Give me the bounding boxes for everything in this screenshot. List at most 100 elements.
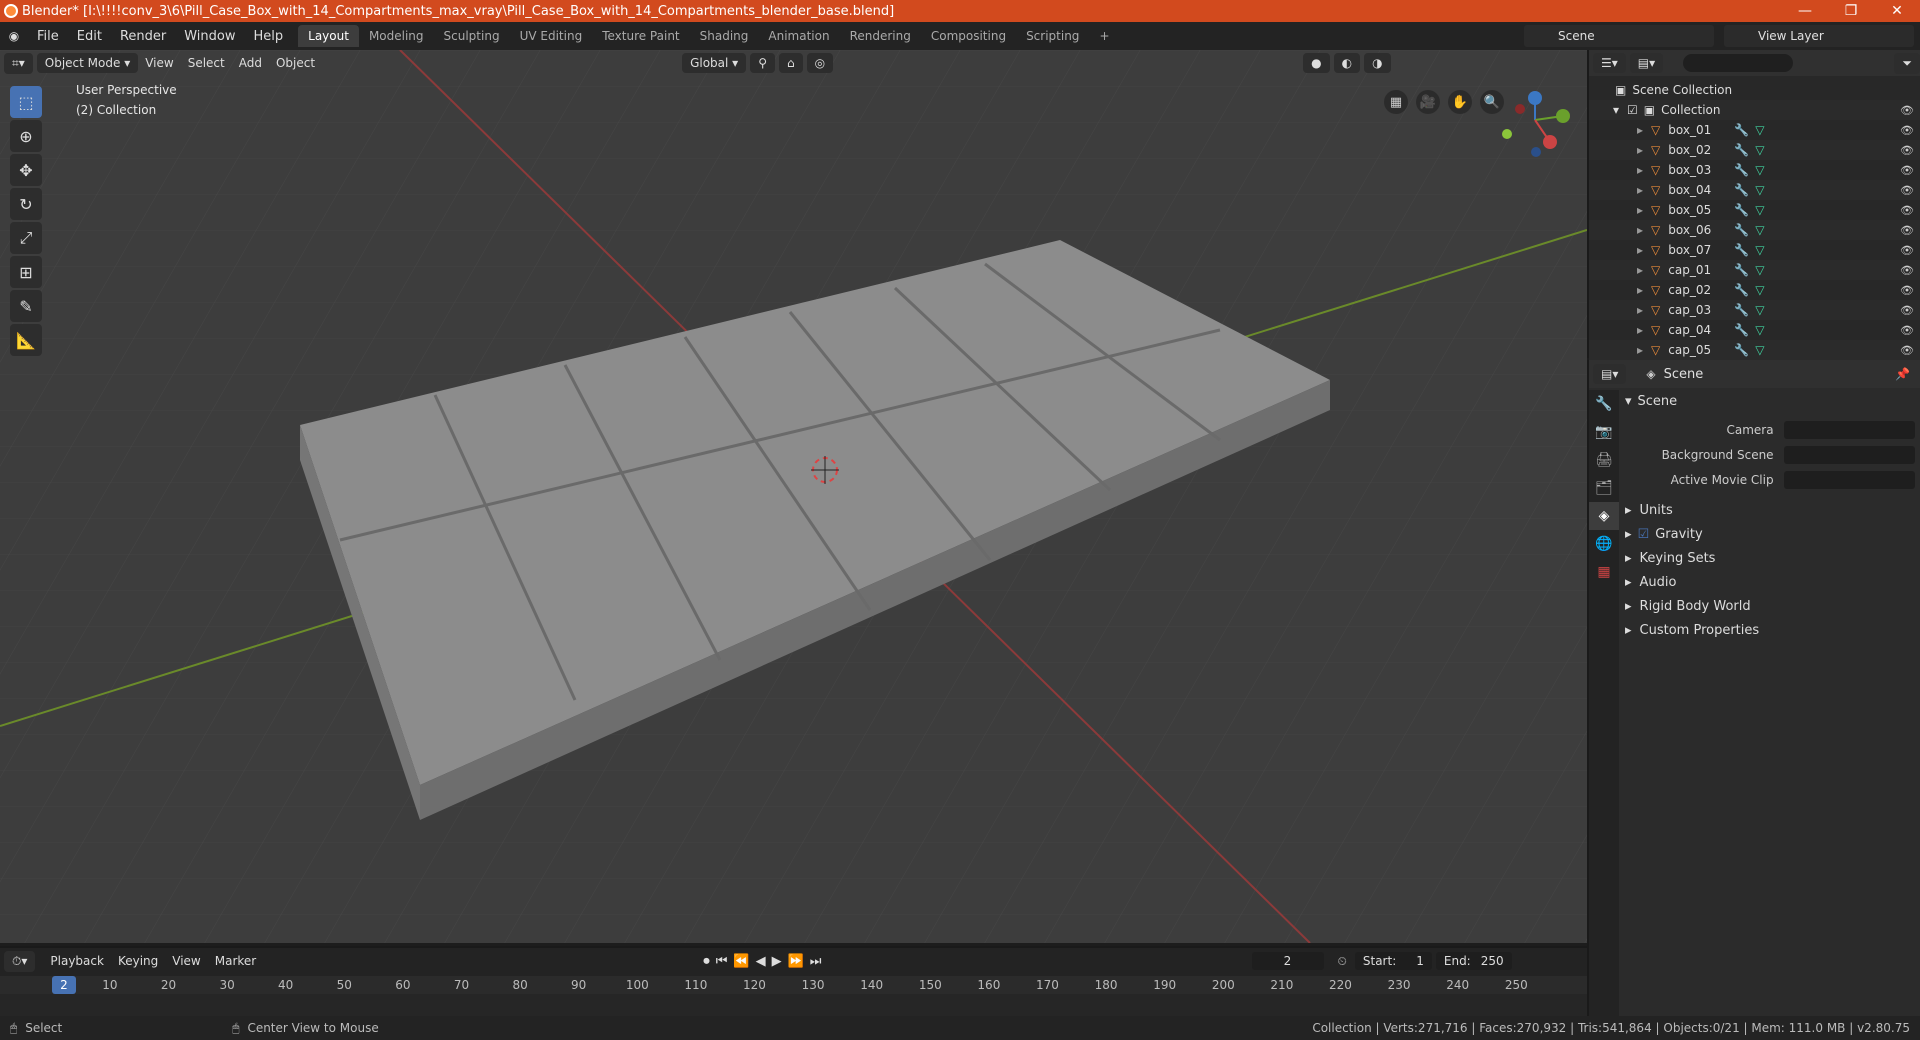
outliner-item[interactable]: ▸ ▽ cap_04 🔧 ▽ 👁 <box>1589 320 1920 340</box>
prev-keyframe-icon[interactable]: ⏪ <box>733 954 749 969</box>
outliner-item[interactable]: ▸ ▽ box_07 🔧 ▽ 👁 <box>1589 240 1920 260</box>
rigid-body-world-panel-header[interactable]: ▸ Rigid Body World <box>1625 599 1751 614</box>
collection-row[interactable]: ▾ ☑ ▣ Collection 👁 <box>1589 100 1920 120</box>
timeline-track-area[interactable] <box>0 994 1587 1016</box>
playhead-marker[interactable]: 2 <box>52 976 76 994</box>
timeline-menu-view[interactable]: View <box>165 954 207 968</box>
tool-tab-icon[interactable]: 🔧 <box>1589 390 1619 418</box>
minimize-button[interactable]: — <box>1782 0 1828 22</box>
object-mode-dropdown[interactable]: Object Mode ▾ <box>36 53 139 73</box>
expand-arrow-icon[interactable]: ▸ <box>1637 123 1643 137</box>
scene-collection-row[interactable]: ▣ Scene Collection <box>1589 80 1920 100</box>
proportional-edit-icon[interactable]: ◎ <box>806 53 834 73</box>
visibility-eye-icon[interactable]: 👁 <box>1900 164 1914 177</box>
units-panel-header[interactable]: ▸ Units <box>1625 503 1673 518</box>
grid-view-icon[interactable]: ▦ <box>1384 90 1408 114</box>
jump-start-icon[interactable]: ⏮ <box>716 954 728 969</box>
visibility-eye-icon[interactable]: 👁 <box>1900 244 1914 257</box>
viewport-menu-select[interactable]: Select <box>181 56 232 70</box>
tab-uv-editing[interactable]: UV Editing <box>510 25 593 47</box>
tab-modeling[interactable]: Modeling <box>359 25 434 47</box>
gizmo-y-icon[interactable] <box>1556 109 1570 123</box>
timeline-editor-type-icon[interactable]: ⏱▾ <box>4 950 36 972</box>
visibility-eye-icon[interactable]: 👁 <box>1900 324 1914 337</box>
next-keyframe-icon[interactable]: ⏩ <box>788 954 804 969</box>
camera-field[interactable] <box>1783 421 1915 439</box>
start-frame-field[interactable]: Start: 1 <box>1354 952 1432 970</box>
background-scene-field[interactable] <box>1783 446 1915 464</box>
transform-tool-icon[interactable]: ⊞ <box>10 256 42 288</box>
gravity-checkbox[interactable]: ☑ <box>1638 527 1650 542</box>
view-layer-selector[interactable]: View Layer <box>1724 25 1914 47</box>
current-frame-field[interactable]: 2 <box>1251 952 1324 970</box>
tab-compositing[interactable]: Compositing <box>921 25 1016 47</box>
add-workspace-icon[interactable]: + <box>1089 25 1119 47</box>
visibility-eye-icon[interactable]: 👁 <box>1900 264 1914 277</box>
visibility-eye-icon[interactable]: 👁 <box>1900 124 1914 137</box>
outliner-item[interactable]: ▸ ▽ box_02 🔧 ▽ 👁 <box>1589 140 1920 160</box>
properties-editor-type-icon[interactable]: ▤▾ <box>1593 364 1627 384</box>
expand-arrow-icon[interactable]: ▸ <box>1637 223 1643 237</box>
tab-layout[interactable]: Layout <box>298 25 359 47</box>
gravity-panel-header[interactable]: ▸ ☑ Gravity <box>1625 527 1703 542</box>
zoom-icon[interactable]: 🔍 <box>1480 90 1504 114</box>
expand-arrow-icon[interactable]: ▸ <box>1637 303 1643 317</box>
jump-end-icon[interactable]: ⏭ <box>810 954 822 969</box>
select-box-icon[interactable]: ⬚ <box>10 86 42 118</box>
visibility-eye-icon[interactable]: 👁 <box>1900 284 1914 297</box>
active-movie-clip-field[interactable] <box>1783 471 1915 489</box>
viewport-menu-view[interactable]: View <box>138 56 180 70</box>
render-tab-icon[interactable]: 📷 <box>1589 418 1619 446</box>
visibility-eye-icon[interactable]: 👁 <box>1900 304 1914 317</box>
gizmo-z-icon[interactable] <box>1528 91 1542 105</box>
visibility-eye-icon[interactable]: 👁 <box>1900 224 1914 237</box>
expand-arrow-icon[interactable]: ▸ <box>1637 163 1643 177</box>
visibility-eye-icon[interactable]: 👁 <box>1900 344 1914 357</box>
move-tool-icon[interactable]: ✥ <box>10 154 42 186</box>
snap-icon[interactable]: ⌂ <box>778 53 803 73</box>
play-reverse-icon[interactable]: ◀ <box>756 954 766 969</box>
outliner-item[interactable]: ▸ ▽ cap_05 🔧 ▽ 👁 <box>1589 340 1920 360</box>
outliner-item[interactable]: ▸ ▽ cap_03 🔧 ▽ 👁 <box>1589 300 1920 320</box>
close-button[interactable]: ✕ <box>1874 0 1920 22</box>
expand-arrow-icon[interactable]: ▸ <box>1637 143 1643 157</box>
menu-window[interactable]: Window <box>175 29 244 44</box>
outliner-item[interactable]: ▸ ▽ box_05 🔧 ▽ 👁 <box>1589 200 1920 220</box>
menu-help[interactable]: Help <box>245 29 293 44</box>
display-mode-icon[interactable]: ▤▾ <box>1629 53 1664 73</box>
cursor-tool-icon[interactable]: ⊕ <box>10 120 42 152</box>
outliner-item[interactable]: ▸ ▽ cap_01 🔧 ▽ 👁 <box>1589 260 1920 280</box>
expand-arrow-icon[interactable]: ▸ <box>1637 243 1643 257</box>
measure-tool-icon[interactable]: 📐 <box>10 324 42 356</box>
tab-texture-paint[interactable]: Texture Paint <box>592 25 689 47</box>
timeline-menu-marker[interactable]: Marker <box>208 954 263 968</box>
gizmo-x-icon[interactable] <box>1543 135 1557 149</box>
outliner-item[interactable]: ▸ ▽ box_01 🔧 ▽ 👁 <box>1589 120 1920 140</box>
play-icon[interactable]: ▶ <box>772 954 782 969</box>
expand-arrow-icon[interactable]: ▸ <box>1637 203 1643 217</box>
collection-checkbox[interactable]: ☑ <box>1627 103 1638 117</box>
timeline-menu-keying[interactable]: Keying <box>111 954 165 968</box>
shading-solid-icon[interactable]: ● <box>1303 53 1330 73</box>
viewport-menu-add[interactable]: Add <box>232 56 269 70</box>
visibility-eye-icon[interactable]: 👁 <box>1900 104 1914 117</box>
end-frame-field[interactable]: End: 250 <box>1435 952 1512 970</box>
scene-selector[interactable]: Scene <box>1524 25 1714 47</box>
shading-material-icon[interactable]: ◐ <box>1333 53 1361 73</box>
keying-sets-panel-header[interactable]: ▸ Keying Sets <box>1625 551 1715 566</box>
tab-animation[interactable]: Animation <box>758 25 839 47</box>
outliner-item[interactable]: ▸ ▽ cap_02 🔧 ▽ 👁 <box>1589 280 1920 300</box>
timeline-menu-playback[interactable]: Playback <box>43 954 111 968</box>
pin-icon[interactable]: 📌 <box>1895 367 1910 381</box>
texture-tab-icon[interactable]: ▦ <box>1589 558 1619 586</box>
outliner-search-input[interactable] <box>1683 54 1794 72</box>
output-tab-icon[interactable]: 🖨 <box>1589 446 1619 474</box>
camera-view-icon[interactable]: 🎥 <box>1416 90 1440 114</box>
expand-arrow-icon[interactable]: ▸ <box>1637 343 1643 357</box>
shading-rendered-icon[interactable]: ◑ <box>1364 53 1391 73</box>
expand-arrow-icon[interactable]: ▸ <box>1637 183 1643 197</box>
expand-arrow-icon[interactable]: ▸ <box>1637 323 1643 337</box>
tab-shading[interactable]: Shading <box>690 25 759 47</box>
transform-orientation-dropdown[interactable]: Global ▾ <box>682 53 747 73</box>
outliner-item[interactable]: ▸ ▽ box_06 🔧 ▽ 👁 <box>1589 220 1920 240</box>
